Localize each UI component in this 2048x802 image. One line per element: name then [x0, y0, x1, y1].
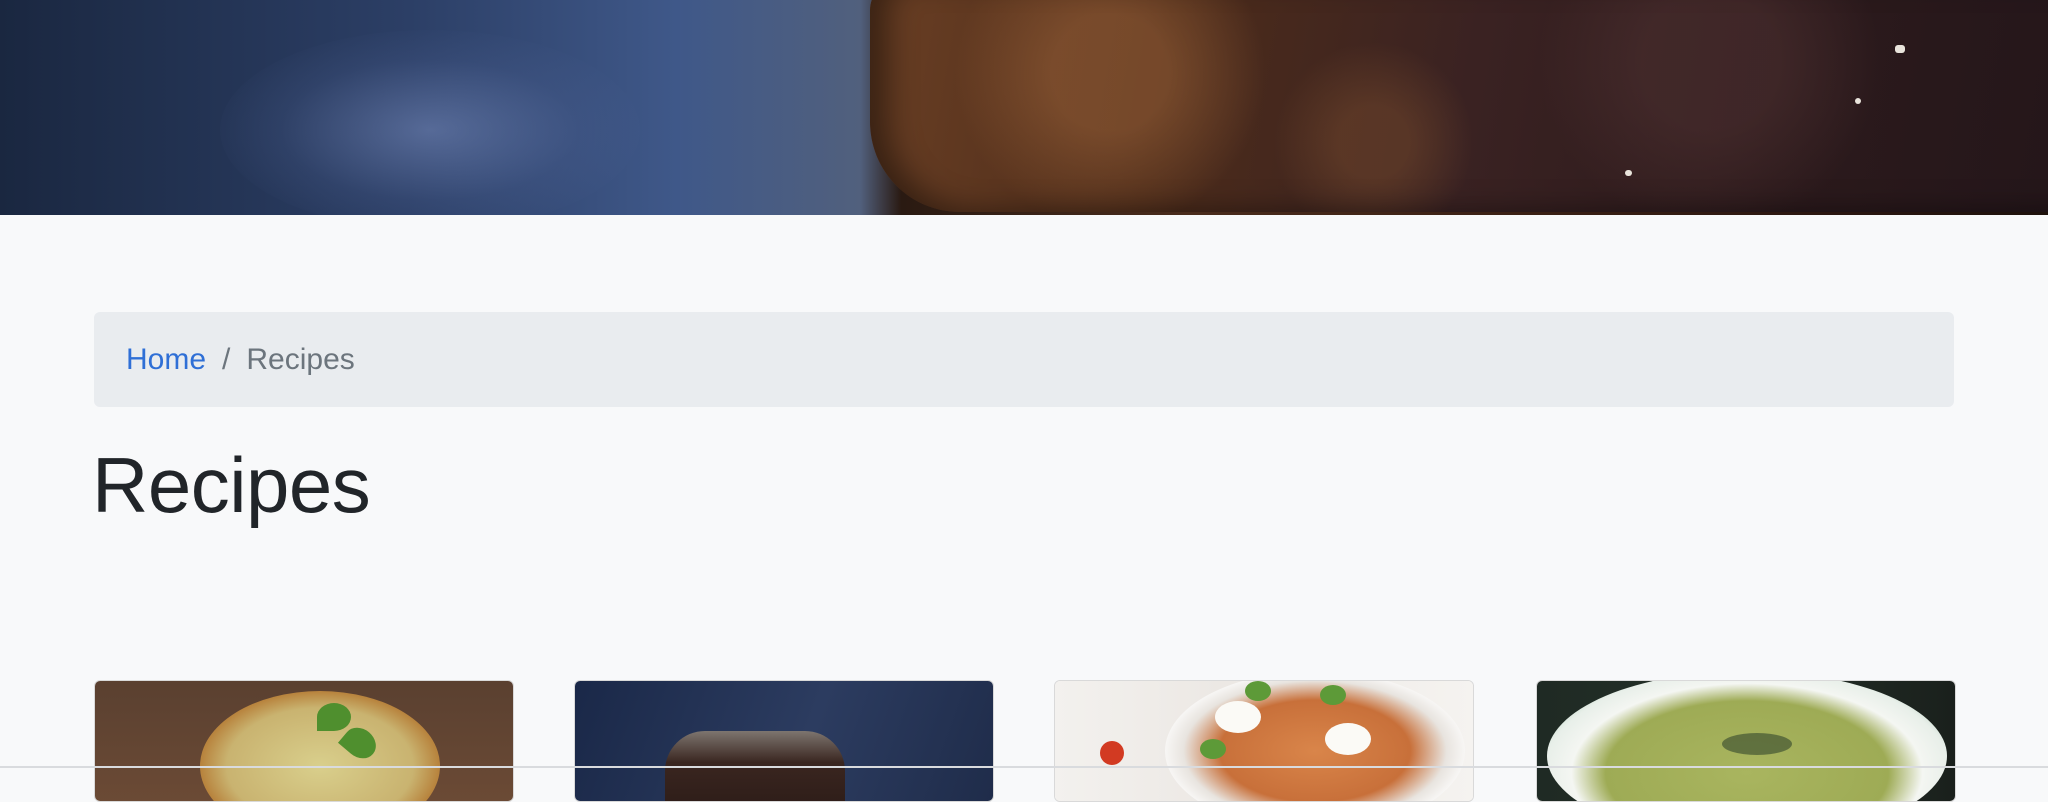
recipe-card[interactable]: [1054, 680, 1474, 802]
breadcrumb-home-link[interactable]: Home: [126, 343, 206, 377]
recipe-card[interactable]: [94, 680, 514, 802]
page-title: Recipes: [92, 441, 371, 529]
basil-leaf: [1320, 685, 1346, 705]
hero-banner: [0, 0, 2048, 215]
chocolate-tart-photo-icon: [575, 681, 993, 801]
crumb-speck: [1625, 170, 1632, 176]
breadcrumb-separator: /: [222, 342, 231, 376]
green-soup-photo-icon: [1537, 681, 1955, 801]
breadcrumb: Home / Recipes: [94, 312, 1954, 407]
crumb-speck: [1855, 98, 1861, 104]
quiche-photo-icon: [95, 681, 513, 801]
basil-leaf: [1200, 739, 1226, 759]
basil-leaf: [317, 703, 351, 731]
recipe-card[interactable]: [574, 680, 994, 802]
recipe-card[interactable]: [1536, 680, 1956, 802]
soup-swirl: [1722, 733, 1792, 755]
cream-dollop: [1325, 723, 1371, 755]
brownie-photo-icon: [870, 0, 2048, 212]
breadcrumb-current: Recipes: [246, 342, 355, 376]
hero-background-glow: [220, 30, 640, 215]
cream-dollop: [1215, 701, 1261, 733]
crumb-speck: [1895, 45, 1905, 53]
basil-leaf: [1245, 681, 1271, 701]
tomato: [1100, 741, 1124, 765]
pasta-photo-icon: [1055, 681, 1473, 801]
